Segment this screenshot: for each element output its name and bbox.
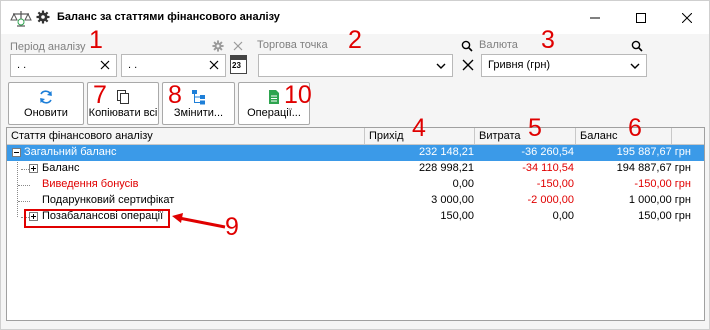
gear-icon[interactable] (36, 10, 50, 24)
expand-icon[interactable] (29, 164, 38, 173)
maximize-icon (636, 12, 646, 23)
calendar-icon[interactable]: 23 (230, 55, 247, 74)
minimize-icon (590, 17, 600, 18)
date-to-value: . . (128, 59, 138, 71)
row-income: 228 998,21 (418, 162, 474, 174)
chevron-down-icon (630, 63, 640, 69)
period-settings-gear-icon[interactable] (212, 40, 224, 52)
annotation-number: 10 (284, 81, 312, 109)
row-name: Подарунковий сертифікат (42, 194, 175, 206)
date-from-input[interactable]: . . (10, 54, 117, 77)
row-income: 3 000,00 (431, 194, 474, 206)
minimize-button[interactable] (572, 1, 618, 34)
annotation-number: 2 (348, 26, 362, 54)
annotation-arrow (172, 213, 226, 229)
row-income: 232 148,21 (418, 146, 474, 158)
currency-search-icon[interactable] (631, 40, 643, 52)
hierarchy-icon (191, 90, 205, 105)
row-balance: 195 887,67 грн (616, 146, 691, 158)
table-row[interactable]: Загальний баланс 232 148,21 -36 260,54 1… (7, 145, 704, 161)
outlet-label: Торгова точка (257, 39, 328, 51)
copy-icon (117, 90, 129, 104)
row-expense: 0,00 (552, 210, 574, 222)
row-expense: -34 110,54 (522, 162, 574, 174)
column-header-balance[interactable]: Баланс (576, 128, 672, 145)
row-name: Загальний баланс (24, 146, 117, 158)
currency-label: Валюта (479, 39, 518, 51)
column-header-filler (672, 128, 704, 145)
outlet-search-icon[interactable] (461, 40, 473, 52)
annotation-number: 9 (225, 213, 239, 241)
period-clear-icon[interactable] (233, 41, 243, 51)
scales-icon (10, 11, 32, 27)
refresh-icon (40, 90, 52, 104)
annotation-number: 4 (412, 114, 426, 142)
close-icon (682, 12, 692, 23)
grid-header: Стаття фінансового аналізу Прихід Витрат… (7, 128, 704, 145)
annotation-number: 3 (541, 26, 555, 54)
refresh-label: Оновити (24, 107, 68, 119)
refresh-button[interactable]: Оновити (8, 82, 84, 125)
date-from-clear-icon[interactable] (98, 58, 112, 72)
annotation-number: 5 (528, 114, 542, 142)
close-window-button[interactable] (664, 1, 710, 34)
row-expense: -150,00 (536, 178, 574, 190)
annotation-number: 8 (168, 81, 182, 109)
row-income: 0,00 (452, 178, 474, 190)
table-row[interactable]: Баланс 228 998,21 -34 110,54 194 887,67 … (7, 161, 704, 177)
calendar-day: 23 (232, 61, 241, 70)
row-balance: 1 000,00 грн (628, 194, 691, 206)
row-balance: 194 887,67 грн (616, 162, 691, 174)
date-to-clear-icon[interactable] (207, 58, 221, 72)
date-from-value: . . (17, 59, 27, 71)
maximize-button[interactable] (618, 1, 664, 34)
outlet-select[interactable] (258, 54, 453, 77)
date-to-input[interactable]: . . (121, 54, 226, 77)
document-icon (269, 90, 279, 104)
toolbar: Оновити Копіювати всі Змінити... Операці… (1, 81, 709, 127)
row-balance: 150,00 грн (638, 210, 691, 222)
window-title: Баланс за статтями фінансового аналізу (57, 11, 280, 23)
row-expense: -36 260,54 (521, 146, 574, 158)
table-row[interactable]: Виведення бонусів 0,00 -150,00 -150,00 г… (7, 177, 704, 193)
row-balance: -150,00 грн (634, 178, 691, 190)
chevron-down-icon (436, 63, 446, 69)
report-window: Баланс за статтями фінансового аналізу П… (0, 0, 710, 330)
highlight-box (24, 209, 170, 228)
collapse-icon[interactable] (12, 148, 21, 157)
outlet-clear-icon[interactable] (462, 59, 474, 71)
row-name: Баланс (42, 162, 80, 174)
column-header-expense[interactable]: Витрата (475, 128, 576, 145)
row-income: 150,00 (440, 210, 474, 222)
annotation-number: 7 (93, 81, 107, 109)
currency-value: Гривня (грн) (488, 59, 551, 71)
annotation-number: 6 (628, 114, 642, 142)
row-expense: -2 000,00 (527, 194, 574, 206)
column-header-article[interactable]: Стаття фінансового аналізу (7, 128, 365, 145)
annotation-number: 1 (89, 26, 103, 54)
row-name: Виведення бонусів (42, 178, 139, 190)
period-label: Період аналізу (10, 41, 86, 53)
table-row[interactable]: Подарунковий сертифікат 3 000,00 -2 000,… (7, 193, 704, 209)
currency-select[interactable]: Гривня (грн) (481, 54, 647, 77)
